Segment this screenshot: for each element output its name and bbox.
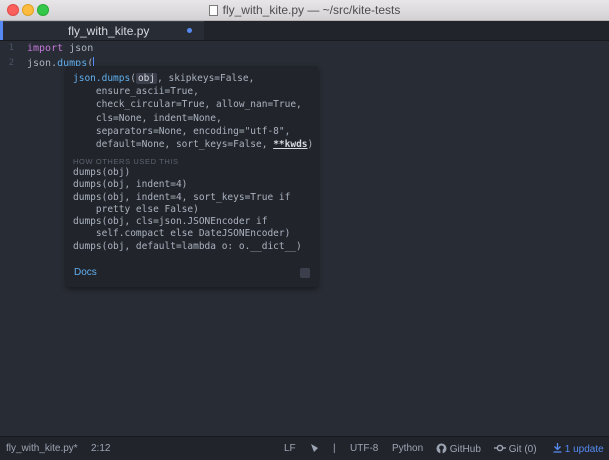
tab-fly-with-kite[interactable]: fly_with_kite.py — [0, 21, 204, 40]
signature-line: , skipkeys=False, — [157, 73, 255, 84]
status-encoding[interactable]: UTF-8 — [350, 443, 378, 454]
code-line-1: import json — [27, 41, 94, 56]
usage-example[interactable]: dumps(obj, indent=4, sort_keys=True if — [73, 192, 290, 203]
signature-line: check_circular=True, allow_nan=True, — [73, 99, 302, 111]
status-separator: | — [333, 443, 336, 454]
usage-example[interactable]: dumps(obj, indent=4) — [73, 179, 187, 190]
keyword-token: import — [27, 43, 64, 54]
status-grammar[interactable]: Python — [392, 443, 423, 454]
window-titlebar: fly_with_kite.py — ~/src/kite-tests — [0, 0, 609, 21]
tab-label: fly_with_kite.py — [68, 24, 150, 38]
line-number-gutter: 1 2 — [0, 41, 18, 71]
active-tab-indicator — [0, 21, 3, 40]
usage-section-title: HOW OTHERS USED THIS — [73, 157, 179, 166]
docs-link[interactable]: Docs — [74, 267, 97, 278]
download-icon — [553, 443, 562, 453]
status-cursor-position[interactable]: 2:12 — [91, 443, 110, 454]
git-commit-icon — [494, 444, 506, 452]
modified-dot-icon[interactable] — [187, 28, 192, 33]
update-label: 1 update — [564, 444, 604, 455]
status-line-ending[interactable]: LF — [284, 443, 296, 454]
kite-status-icon[interactable] — [310, 443, 319, 456]
signature-function-name: json.dumps — [73, 73, 131, 84]
document-icon — [208, 5, 218, 16]
github-icon — [436, 443, 447, 454]
window-title-wrap: fly_with_kite.py — ~/src/kite-tests — [0, 3, 609, 17]
git-label: Git (0) — [508, 444, 537, 455]
signature-line: cls=None, indent=None, — [73, 112, 222, 124]
signature-current-param: obj — [135, 73, 158, 84]
usage-example[interactable]: dumps(obj, default=lambda o: o.__dict__) — [73, 241, 302, 252]
kite-completion-popup: json.dumps(obj, skipkeys=False, ensure_a… — [66, 66, 318, 287]
signature-line: default=None, sort_keys=False, — [73, 139, 274, 151]
tab-bar: fly_with_kite.py — [0, 21, 609, 41]
status-file-name[interactable]: fly_with_kite.py* — [6, 443, 78, 454]
kite-logo-icon[interactable] — [300, 268, 310, 278]
function-signature: json.dumps(obj, skipkeys=False, ensure_a… — [73, 72, 313, 151]
line-number: 2 — [8, 58, 14, 68]
line-number: 1 — [8, 43, 14, 53]
usage-example[interactable]: pretty else False) — [73, 204, 199, 215]
git-button[interactable]: Git (0) — [494, 443, 537, 455]
usage-examples: dumps(obj) dumps(obj, indent=4) dumps(ob… — [73, 167, 302, 253]
github-button[interactable]: GitHub — [436, 443, 481, 455]
editor-pane[interactable]: 1 2 import json json.dumps( json.dumps(o… — [0, 41, 609, 436]
status-bar: fly_with_kite.py* 2:12 LF | UTF-8 Python… — [0, 436, 609, 460]
signature-close-paren: ) — [307, 139, 314, 151]
usage-example[interactable]: self.compact else DateJSONEncoder) — [73, 228, 290, 239]
github-label: GitHub — [449, 444, 481, 455]
window-title: fly_with_kite.py — ~/src/kite-tests — [222, 3, 401, 17]
code-text: json. — [27, 58, 58, 69]
usage-example[interactable]: dumps(obj) — [73, 167, 130, 178]
signature-kwargs: **kwds — [273, 139, 308, 151]
code-text: json — [63, 43, 94, 54]
signature-line: separators=None, encoding="utf-8", — [73, 125, 291, 137]
signature-line: ensure_ascii=True, — [73, 86, 199, 98]
usage-example[interactable]: dumps(obj, cls=json.JSONEncoder if — [73, 216, 267, 227]
update-button[interactable]: 1 update — [553, 443, 604, 455]
